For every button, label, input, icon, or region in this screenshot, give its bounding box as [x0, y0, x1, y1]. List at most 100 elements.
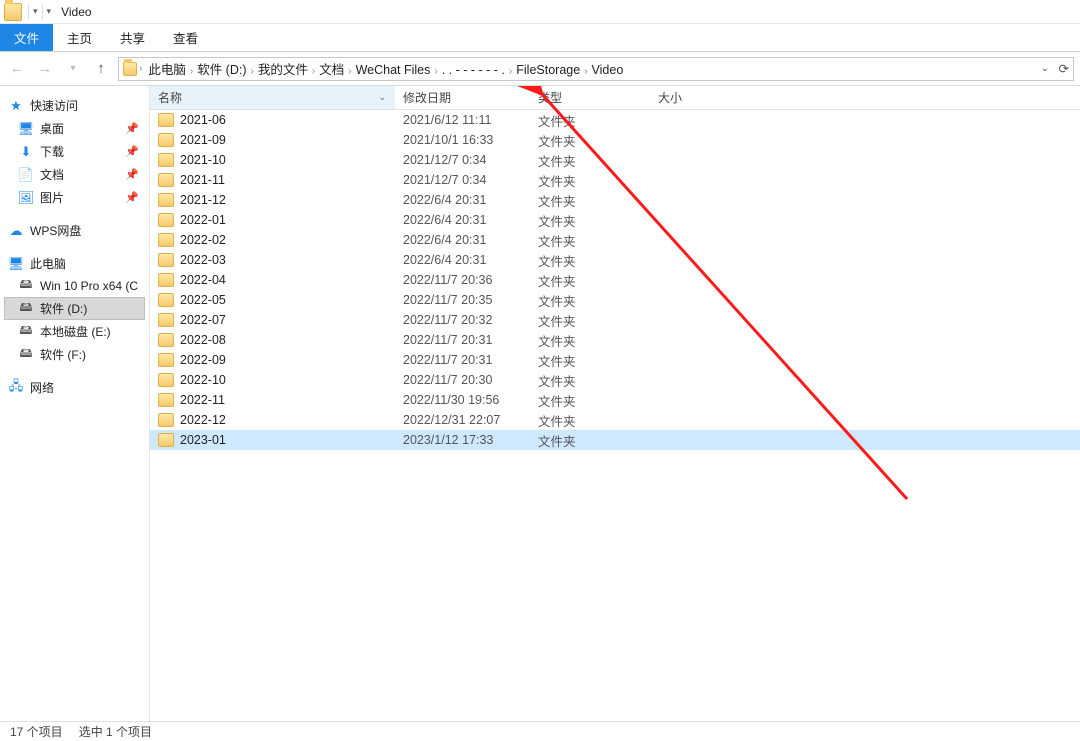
table-row[interactable]: 2022-022022/6/4 20:31文件夹 — [150, 230, 1080, 250]
sidebar-quick-item[interactable]: 🖥桌面📌 — [4, 117, 145, 140]
cell-type: 文件夹 — [530, 271, 650, 290]
cell-name: 2021-11 — [150, 173, 395, 187]
sidebar-wps: ☁ WPS网盘 — [4, 219, 145, 242]
qat-overflow-icon[interactable]: ▾ — [47, 6, 52, 17]
table-row[interactable]: 2022-112022/11/30 19:56文件夹 — [150, 390, 1080, 410]
back-button[interactable]: ← — [6, 58, 28, 80]
sidebar-this-pc-header[interactable]: 🖥 此电脑 — [4, 252, 145, 275]
table-row[interactable]: 2022-03 2022/6/4 20:31文件夹 — [150, 250, 1080, 270]
breadcrumb-segment[interactable]: . . - - - - - - . — [438, 63, 509, 77]
table-row[interactable]: 2023-012023/1/12 17:33文件夹 — [150, 430, 1080, 450]
breadcrumb-segment[interactable]: Video — [588, 63, 628, 77]
column-name[interactable]: 名称 ⌄ — [150, 86, 395, 109]
breadcrumb-segment[interactable]: 文档 — [315, 63, 348, 77]
table-row[interactable]: 2022-042022/11/7 20:36文件夹 — [150, 270, 1080, 290]
breadcrumb-segment[interactable]: WeChat Files — [352, 63, 435, 77]
qat-chevron-icon[interactable]: ▾ — [33, 6, 38, 17]
tab-home[interactable]: 主页 — [53, 24, 106, 51]
navbar: ← → ▾ ↑ › 此电脑›软件 (D:)›我的文件›文档›WeChat Fil… — [0, 52, 1080, 86]
address-bar[interactable]: › 此电脑›软件 (D:)›我的文件›文档›WeChat Files›. . -… — [118, 57, 1074, 81]
cell-type: 文件夹 — [530, 211, 650, 230]
sidebar-quick-item[interactable]: 🖼图片📌 — [4, 186, 145, 209]
cell-date: 2022/11/7 20:31 — [395, 353, 530, 367]
cell-type: 文件夹 — [530, 371, 650, 390]
chevron-right-icon[interactable]: › — [139, 63, 142, 74]
quick-access-toolbar: ▾ ▾ — [28, 4, 51, 20]
breadcrumb-segment[interactable]: 软件 (D:) — [193, 63, 250, 77]
sidebar-quick-access: ★ 快速访问 🖥桌面📌⬇下载📌📄文档📌🖼图片📌 — [4, 94, 145, 209]
table-row[interactable]: 2022-072022/11/7 20:32文件夹 — [150, 310, 1080, 330]
table-row[interactable]: 2021-102021/12/7 0:34文件夹 — [150, 150, 1080, 170]
table-row[interactable]: 2021-122022/6/4 20:31文件夹 — [150, 190, 1080, 210]
cell-date: 2022/11/30 19:56 — [395, 393, 530, 407]
file-list[interactable]: 2021-062021/6/12 11:11文件夹2021-092021/10/… — [150, 110, 1080, 721]
cell-type: 文件夹 — [530, 311, 650, 330]
cell-date: 2022/6/4 20:31 — [395, 233, 530, 247]
folder-icon — [158, 173, 174, 187]
table-row[interactable]: 2022-092022/11/7 20:31文件夹 — [150, 350, 1080, 370]
tab-file[interactable]: 文件 — [0, 24, 53, 51]
cell-name: 2022-03 — [150, 253, 395, 267]
tab-share[interactable]: 共享 — [106, 24, 159, 51]
folder-icon — [158, 393, 174, 407]
column-name-label: 名称 — [158, 89, 182, 106]
refresh-button[interactable]: ⟳ — [1059, 61, 1069, 76]
sidebar-quick-item[interactable]: ⬇下载📌 — [4, 140, 145, 163]
table-row[interactable]: 2022-082022/11/7 20:31文件夹 — [150, 330, 1080, 350]
up-button[interactable]: ↑ — [90, 58, 112, 80]
folder-icon — [158, 413, 174, 427]
sidebar-quick-access-header[interactable]: ★ 快速访问 — [4, 94, 145, 117]
drive-icon: 🖴 — [18, 278, 34, 294]
cell-type: 文件夹 — [530, 431, 650, 450]
sidebar-item-label: 文档 — [40, 166, 64, 183]
sidebar-network-item[interactable]: 🖧 网络 — [4, 376, 145, 399]
table-row[interactable]: 2022-122022/12/31 22:07文件夹 — [150, 410, 1080, 430]
sidebar-quick-item[interactable]: 📄文档📌 — [4, 163, 145, 186]
cell-name: 2021-12 — [150, 193, 395, 207]
sidebar-label: 快速访问 — [30, 97, 78, 114]
pin-icon: 📌 — [125, 145, 139, 158]
qat-separator — [28, 4, 29, 20]
sidebar-drive-item[interactable]: 🖴软件 (D:) — [4, 297, 145, 320]
folder-icon — [158, 153, 174, 167]
table-row[interactable]: 2022-052022/11/7 20:35文件夹 — [150, 290, 1080, 310]
file-name: 2022-02 — [180, 233, 226, 247]
file-name: 2022-03 — [180, 253, 226, 267]
cell-type: 文件夹 — [530, 111, 650, 130]
table-row[interactable]: 2021-112021/12/7 0:34文件夹 — [150, 170, 1080, 190]
pin-icon: 📌 — [125, 168, 139, 181]
file-name: 2022-09 — [180, 353, 226, 367]
column-size[interactable]: 大小 — [650, 86, 740, 109]
recent-dropdown[interactable]: ▾ — [62, 58, 84, 80]
cell-name: 2022-11 — [150, 393, 395, 407]
cell-date: 2022/12/31 22:07 — [395, 413, 530, 427]
sidebar-drive-item[interactable]: 🖴软件 (F:) — [4, 343, 145, 366]
sidebar-drive-item[interactable]: 🖴Win 10 Pro x64 (C — [4, 275, 145, 297]
table-row[interactable]: 2021-062021/6/12 11:11文件夹 — [150, 110, 1080, 130]
pin-icon: 📌 — [125, 191, 139, 204]
cell-date: 2021/10/1 16:33 — [395, 133, 530, 147]
breadcrumb-segment[interactable]: FileStorage — [512, 63, 584, 77]
breadcrumb-segment[interactable]: 我的文件 — [254, 63, 312, 77]
body: ★ 快速访问 🖥桌面📌⬇下载📌📄文档📌🖼图片📌 ☁ WPS网盘 🖥 此电脑 🖴W… — [0, 86, 1080, 721]
cell-type: 文件夹 — [530, 151, 650, 170]
cell-name: 2022-10 — [150, 373, 395, 387]
cloud-icon: ☁ — [8, 223, 24, 239]
cell-date: 2021/12/7 0:34 — [395, 173, 530, 187]
column-date[interactable]: 修改日期 — [395, 86, 530, 109]
column-type[interactable]: 类型 — [530, 86, 650, 109]
cell-type: 文件夹 — [530, 251, 650, 270]
sidebar-item-icon: 🖼 — [18, 190, 34, 206]
titlebar: ▾ ▾ Video — [0, 0, 1080, 24]
cell-date: 2022/6/4 20:31 — [395, 253, 530, 267]
breadcrumb-segment[interactable]: 此电脑 — [144, 63, 190, 77]
sidebar: ★ 快速访问 🖥桌面📌⬇下载📌📄文档📌🖼图片📌 ☁ WPS网盘 🖥 此电脑 🖴W… — [0, 86, 150, 721]
table-row[interactable]: 2022-012022/6/4 20:31文件夹 — [150, 210, 1080, 230]
table-row[interactable]: 2021-092021/10/1 16:33文件夹 — [150, 130, 1080, 150]
table-row[interactable]: 2022-102022/11/7 20:30文件夹 — [150, 370, 1080, 390]
tab-view[interactable]: 查看 — [159, 24, 212, 51]
sidebar-drive-item[interactable]: 🖴本地磁盘 (E:) — [4, 320, 145, 343]
dropdown-icon[interactable]: ⌄ — [1041, 63, 1049, 74]
forward-button[interactable]: → — [34, 58, 56, 80]
sidebar-wps-item[interactable]: ☁ WPS网盘 — [4, 219, 145, 242]
